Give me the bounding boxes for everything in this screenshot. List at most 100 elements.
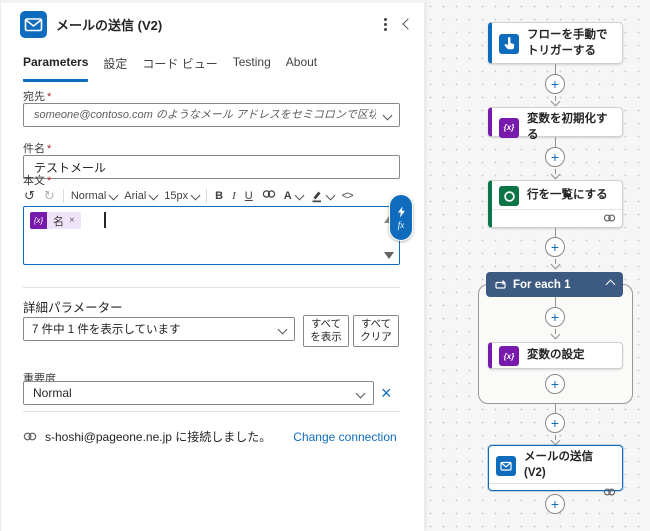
connector-line <box>555 137 556 147</box>
node-initialize-variable[interactable]: {x} 変数を初期化する <box>488 107 623 141</box>
clear-all-button[interactable]: すべてクリア <box>353 315 399 347</box>
node-label: 変数の設定 <box>527 349 585 362</box>
subject-input[interactable] <box>32 159 391 175</box>
outlook-send-email-icon <box>20 10 47 38</box>
tab-settings[interactable]: 設定 <box>103 55 127 82</box>
bold-button[interactable]: B <box>214 190 224 202</box>
to-combobox[interactable] <box>23 103 400 127</box>
node-manual-trigger[interactable]: フローを手動でトリガーする <box>488 22 623 64</box>
chevron-down-icon <box>108 190 119 201</box>
connector-arrowhead <box>550 169 561 180</box>
node-label: フローを手動でトリガーする <box>527 29 608 57</box>
to-input[interactable] <box>32 108 378 122</box>
paragraph-style-dropdown[interactable]: Normal <box>71 190 119 202</box>
chevron-down-icon <box>325 190 336 201</box>
node-label: 変数を初期化する <box>527 113 608 141</box>
for-each-loop-icon <box>495 279 506 289</box>
tab-code-view[interactable]: コード ビュー <box>142 55 217 82</box>
node-list-rows[interactable]: 行を一覧にする <box>488 180 623 228</box>
node-set-variable[interactable]: {x} 変数の設定 <box>488 342 623 369</box>
body-editor[interactable]: {x} 名 × <box>23 206 400 265</box>
importance-clear-icon[interactable]: × <box>381 381 392 405</box>
toolbar-separator <box>206 188 208 203</box>
link-icon[interactable] <box>261 189 277 202</box>
node-label: メールの送信 (V2) <box>524 451 593 479</box>
chevron-down-icon[interactable] <box>382 110 393 120</box>
change-connection-link[interactable]: Change connection <box>293 430 396 444</box>
connection-reference-icon <box>603 214 616 222</box>
connector-arrowhead <box>550 435 561 446</box>
action-details-panel: メールの送信 (V2) Parameters 設定 コード ビュー Testin… <box>0 0 425 531</box>
italic-button[interactable]: I <box>231 190 237 202</box>
node-for-each-header[interactable]: For each 1 <box>486 272 623 297</box>
power-automate-designer: メールの送信 (V2) Parameters 設定 コード ビュー Testin… <box>0 0 650 531</box>
advanced-parameters-dropdown[interactable]: 7 件中 1 件を表示しています <box>23 317 295 341</box>
section-divider <box>23 411 400 412</box>
subject-field[interactable] <box>23 155 400 179</box>
font-family-dropdown[interactable]: Arial <box>124 190 159 202</box>
tab-about[interactable]: About <box>286 55 317 82</box>
manual-trigger-icon <box>499 33 519 54</box>
highlight-dropdown[interactable] <box>310 189 336 203</box>
connector-arrowhead <box>550 96 561 107</box>
node-label: 行を一覧にする <box>527 189 608 202</box>
required-asterisk: * <box>47 143 52 155</box>
insert-step-button[interactable]: + <box>545 494 565 514</box>
importance-dropdown[interactable]: Normal <box>23 381 374 405</box>
chevron-down-icon <box>355 388 366 398</box>
collapse-scope-icon[interactable] <box>605 279 616 290</box>
section-divider <box>23 287 400 288</box>
dynamic-content-token[interactable]: {x} 名 × <box>30 212 81 229</box>
chevron-down-icon <box>190 190 201 201</box>
underline-button[interactable]: U <box>244 190 254 202</box>
connector-line <box>555 64 556 74</box>
lightning-icon <box>397 206 405 217</box>
insert-step-button[interactable]: + <box>545 307 565 327</box>
chevron-down-icon <box>294 190 305 201</box>
redo-icon[interactable]: ↻ <box>43 188 56 204</box>
insert-step-button[interactable]: + <box>545 413 565 433</box>
insert-step-button[interactable]: + <box>545 374 565 394</box>
insert-step-button[interactable]: + <box>545 237 565 257</box>
connector-arrowhead <box>550 259 561 270</box>
connection-reference-icon <box>603 488 616 496</box>
insert-step-button[interactable]: + <box>545 147 565 167</box>
scroll-down-icon[interactable] <box>384 252 394 259</box>
subject-label: 件名 * <box>23 143 52 155</box>
collapse-panel-icon[interactable] <box>402 18 414 30</box>
more-options-icon[interactable] <box>381 15 390 34</box>
tab-parameters[interactable]: Parameters <box>23 55 89 82</box>
insert-step-button[interactable]: + <box>545 74 565 94</box>
flow-canvas[interactable]: フローを手動でトリガーする + {x} 変数を初期化する + 行を一覧にする +… <box>424 0 650 531</box>
connection-status: s-hoshi@pageone.ne.jp に接続しました。 <box>45 430 272 444</box>
node-footer <box>492 209 622 226</box>
node-label: For each 1 <box>513 278 571 291</box>
variable-icon: {x} <box>499 117 519 138</box>
text-cursor <box>104 212 106 228</box>
undo-icon[interactable]: ↺ <box>23 188 36 204</box>
show-all-button[interactable]: すべてを表示 <box>303 315 349 347</box>
to-label: 宛先 * <box>23 91 52 103</box>
dynamic-content-fx-pill[interactable]: fx <box>389 194 413 241</box>
outlook-send-email-icon <box>496 455 516 476</box>
font-size-dropdown[interactable]: 15px <box>164 190 201 202</box>
node-send-email[interactable]: メールの送信 (V2) <box>488 445 623 496</box>
dataverse-icon <box>499 186 519 206</box>
tab-testing[interactable]: Testing <box>233 55 271 82</box>
font-color-dropdown[interactable]: A <box>284 190 305 202</box>
panel-header: メールの送信 (V2) <box>20 10 414 38</box>
chevron-down-icon <box>148 190 159 201</box>
token-name: 名 <box>53 215 64 228</box>
token-remove-icon[interactable]: × <box>69 215 75 226</box>
variable-icon: {x} <box>499 346 519 366</box>
toolbar-separator <box>62 188 64 203</box>
tab-bar: Parameters 設定 コード ビュー Testing About <box>23 55 317 82</box>
connector-line <box>555 297 556 307</box>
variable-token-icon: {x} <box>30 212 47 229</box>
connection-row: s-hoshi@pageone.ne.jp に接続しました。 Change co… <box>23 428 397 445</box>
advanced-parameters-label: 詳細パラメーター <box>23 301 123 315</box>
connector-line <box>555 404 556 413</box>
connection-icon <box>23 432 37 441</box>
connector-line <box>555 228 556 237</box>
code-view-button[interactable]: <> <box>341 190 354 202</box>
